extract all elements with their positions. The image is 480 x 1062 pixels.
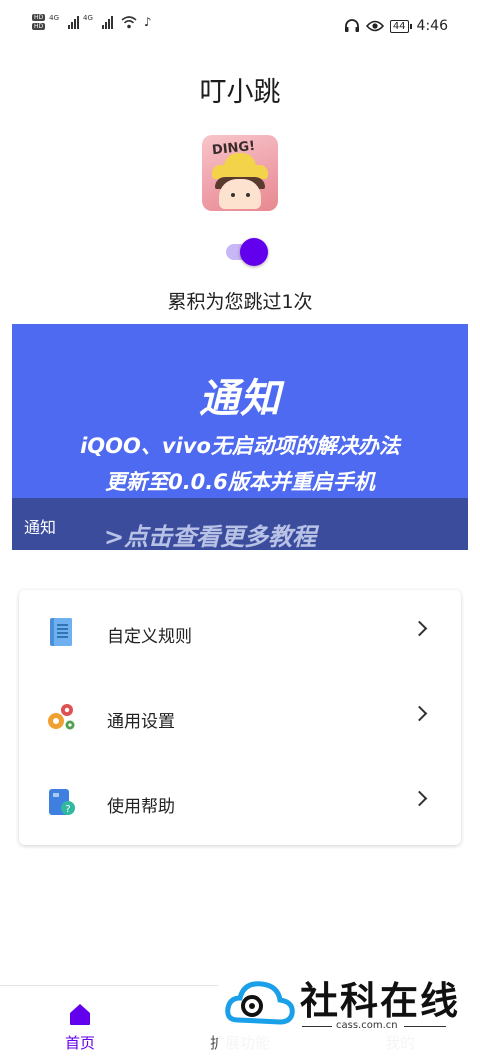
- eye-comfort-icon: [365, 20, 384, 32]
- banner-more-tutorials-link[interactable]: >点击查看更多教程: [104, 517, 316, 550]
- banner-line-2: 更新至0.0.6版本并重启手机: [105, 470, 375, 494]
- menu-item-label: 使用帮助: [107, 797, 175, 817]
- watermark-rule-right: [404, 1026, 446, 1027]
- watermark: 社科在线 cass.com.cn: [218, 968, 480, 1058]
- notice-banner[interactable]: 通知 iQOO、vivo无启动项的解决办法 更新至0.0.6版本并重启手机 通知…: [12, 324, 468, 550]
- banner-line-1: iQOO、vivo无启动项的解决办法: [80, 434, 400, 458]
- banner-caption-label: 通知: [24, 518, 57, 537]
- rules-document-icon: [50, 618, 72, 646]
- signal-icon-2: [101, 15, 113, 29]
- status-bar-right: 44 4:46: [344, 18, 448, 34]
- status-bar: HD HD 4G 4G ♪ 44 4:46: [0, 0, 480, 58]
- home-icon: [70, 1004, 90, 1025]
- menu-item-label: 通用设置: [107, 712, 175, 732]
- menu-item-label: 自定义规则: [107, 627, 192, 647]
- battery-indicator: 44: [389, 19, 412, 33]
- nav-label: 首页: [64, 1034, 95, 1052]
- chevron-right-icon: [411, 790, 428, 807]
- toggle-knob: [240, 238, 268, 266]
- logo-eye-left: [231, 193, 235, 197]
- nav-tab-home[interactable]: 首页: [0, 986, 160, 1062]
- menu-card: 自定义规则 通用设置 ? 使用帮助: [19, 590, 461, 845]
- hd-badges: HD HD: [32, 14, 46, 30]
- banner-title: 通知: [199, 376, 281, 422]
- skip-ads-toggle[interactable]: [224, 238, 268, 266]
- signal-icon: [68, 15, 80, 29]
- clock: 4:46: [416, 18, 448, 34]
- logo-face-shape: [219, 179, 261, 209]
- status-bar-left: HD HD 4G 4G ♪: [32, 14, 152, 30]
- help-book-icon: ?: [49, 789, 75, 815]
- watermark-rule-left: [302, 1026, 332, 1027]
- headphones-icon: [344, 19, 359, 32]
- network-type-1: 4G: [49, 14, 60, 22]
- watermark-text: 社科在线: [300, 979, 461, 1023]
- chevron-right-icon: [411, 620, 428, 637]
- watermark-url: cass.com.cn: [336, 1020, 398, 1031]
- logo-eye-right: [246, 193, 250, 197]
- wifi-icon: [121, 15, 137, 28]
- network-type-2: 4G: [83, 14, 93, 22]
- gears-icon: [48, 704, 75, 730]
- menu-item-usage-help[interactable]: ? 使用帮助: [19, 760, 461, 845]
- music-note-icon: ♪: [143, 15, 152, 29]
- chevron-right-icon: [411, 705, 428, 722]
- watermark-cloud-logo: [225, 981, 295, 1025]
- page-title: 叮小跳: [199, 77, 281, 108]
- skip-counter-text: 累积为您跳过1次: [167, 291, 313, 313]
- svg-text:?: ?: [65, 804, 70, 815]
- menu-item-general-settings[interactable]: 通用设置: [19, 675, 461, 760]
- app-logo: DING!: [202, 135, 278, 211]
- menu-item-custom-rules[interactable]: 自定义规则: [19, 590, 461, 675]
